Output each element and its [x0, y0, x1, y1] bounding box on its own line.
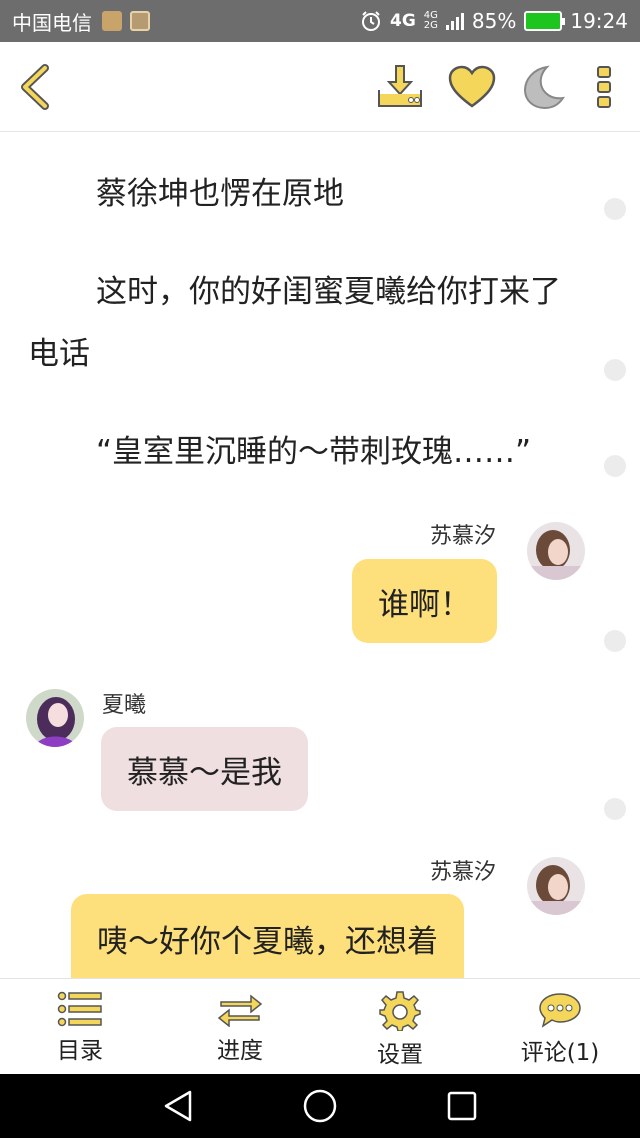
reader-toolbar — [0, 42, 640, 132]
back-button[interactable] — [14, 62, 54, 112]
nav-catalog-label: 目录 — [57, 1038, 103, 1064]
paragraph-comment-dot[interactable] — [604, 630, 626, 652]
nav-progress-label: 进度 — [217, 1038, 263, 1064]
avatar[interactable] — [527, 522, 585, 580]
square-recents-icon — [447, 1091, 477, 1121]
sender-name: 夏曦 — [102, 693, 147, 718]
battery-icon — [524, 11, 566, 31]
story-paragraph: 这时，你的好闺蜜夏曦给你打来了电话 — [28, 274, 561, 372]
gallery-notification-icon — [130, 11, 150, 31]
chat-bubble: 谁啊！ — [352, 559, 497, 643]
triangle-back-icon — [164, 1090, 192, 1122]
paragraph-comment-dot[interactable] — [604, 198, 626, 220]
nav-settings-label: 设置 — [377, 1042, 423, 1068]
chevron-left-icon — [21, 64, 49, 110]
nav-settings[interactable]: 设置 — [320, 979, 480, 1074]
nav-progress[interactable]: 进度 — [160, 979, 320, 1074]
clock: 19:24 — [570, 9, 628, 33]
system-back-button[interactable] — [160, 1088, 196, 1124]
system-nav-bar — [0, 1074, 640, 1138]
network-small: 4G 2G — [424, 11, 438, 31]
reader-content: 蔡徐坤也愣在原地 这时，你的好闺蜜夏曦给你打来了电话 “皇室里沉睡的～带刺玫瑰…… — [0, 133, 640, 978]
avatar[interactable] — [527, 857, 585, 915]
swap-arrows-icon — [217, 994, 263, 1027]
notification-icons — [102, 11, 150, 31]
download-button[interactable] — [374, 62, 426, 112]
system-home-button[interactable] — [302, 1088, 338, 1124]
app-notification-icon — [102, 11, 122, 31]
gear-icon — [379, 991, 421, 1031]
status-bar: 中国电信 4G 4G 2G 85% 19:24 — [0, 0, 640, 42]
reader-bottom-nav: 目录 进度 设置 评论(1) — [0, 978, 640, 1074]
night-mode-button[interactable] — [518, 62, 568, 112]
circle-home-icon — [303, 1089, 337, 1123]
sender-name: 苏慕汐 — [430, 860, 497, 885]
comment-icon — [539, 993, 581, 1028]
nav-comments-label: 评论(1) — [520, 1040, 600, 1066]
list-icon — [57, 991, 102, 1027]
avatar[interactable] — [26, 689, 84, 747]
story-paragraph: 蔡徐坤也愣在原地 — [96, 176, 344, 212]
chat-bubble: 咦～好你个夏曦，还想着 — [71, 894, 464, 978]
carrier-name: 中国电信 — [12, 10, 92, 35]
more-menu-button[interactable] — [588, 62, 620, 112]
nav-comments[interactable]: 评论(1) — [480, 979, 640, 1074]
paragraph-comment-dot[interactable] — [604, 798, 626, 820]
nav-catalog[interactable]: 目录 — [0, 979, 160, 1074]
alarm-icon — [361, 11, 380, 31]
chat-bubble: 慕慕～是我 — [101, 727, 308, 811]
sender-name: 苏慕汐 — [430, 524, 497, 549]
download-icon — [378, 65, 422, 107]
story-paragraph: “皇室里沉睡的～带刺玫瑰……” — [96, 434, 532, 470]
more-vertical-icon — [597, 66, 611, 108]
system-recents-button[interactable] — [444, 1088, 480, 1124]
network-small-bottom: 2G — [423, 20, 438, 31]
status-right: 4G 4G 2G 85% 19:24 — [360, 9, 628, 33]
paragraph-comment-dot[interactable] — [604, 359, 626, 381]
battery-percent: 85% — [471, 9, 517, 33]
signal-icon — [445, 12, 464, 30]
network-type: 4G — [389, 11, 416, 31]
heart-icon — [448, 65, 496, 108]
moon-icon — [523, 65, 565, 110]
favorite-button[interactable] — [446, 62, 498, 112]
paragraph-comment-dot[interactable] — [604, 455, 626, 477]
